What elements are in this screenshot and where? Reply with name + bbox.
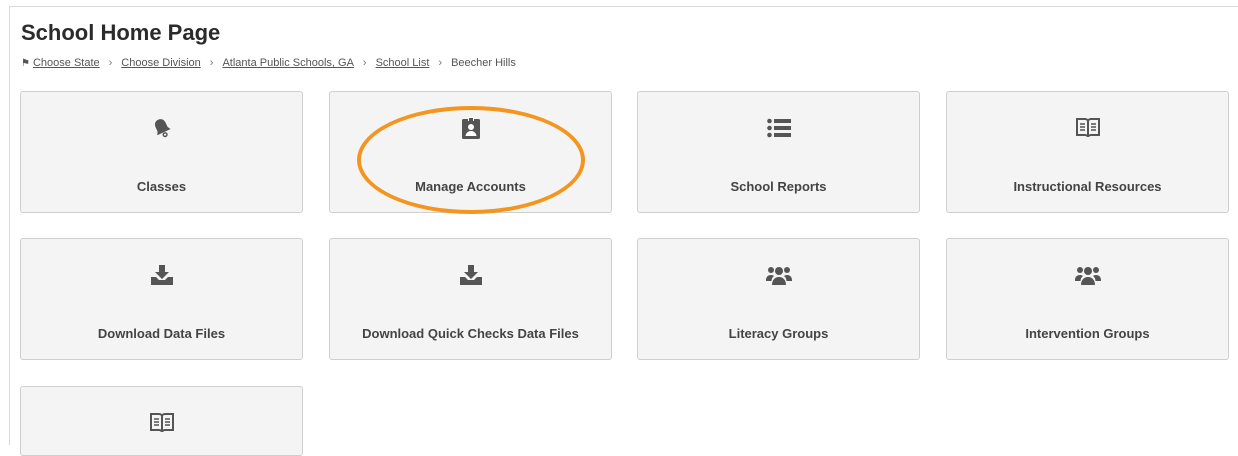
tile-label: Intervention Groups bbox=[1025, 326, 1150, 341]
tile-label: School Reports bbox=[730, 179, 827, 194]
tile-label: Classes bbox=[136, 179, 187, 194]
tile-resources-partial[interactable] bbox=[20, 386, 303, 456]
download-icon bbox=[457, 261, 485, 289]
tile-label: Manage Accounts bbox=[415, 179, 526, 194]
download-icon bbox=[148, 261, 176, 289]
breadcrumb-separator: › bbox=[362, 57, 367, 69]
tile-instructional-resources[interactable]: Instructional Resources bbox=[946, 91, 1229, 213]
id-badge-icon bbox=[457, 114, 485, 142]
tile-label: Download Data Files bbox=[97, 326, 226, 341]
tile-classes[interactable]: Classes bbox=[20, 91, 303, 213]
breadcrumb-separator: › bbox=[438, 57, 443, 69]
book-icon bbox=[1074, 114, 1102, 142]
page-frame bbox=[9, 6, 1238, 445]
breadcrumb-district[interactable]: Atlanta Public Schools, GA bbox=[222, 57, 353, 69]
page-title: School Home Page bbox=[21, 20, 221, 45]
tile-label: Instructional Resources bbox=[1013, 179, 1162, 194]
breadcrumb: ⚑ Choose State › Choose Division › Atlan… bbox=[21, 57, 516, 69]
users-icon bbox=[765, 261, 793, 289]
breadcrumb-choose-division[interactable]: Choose Division bbox=[121, 57, 200, 69]
breadcrumb-separator: › bbox=[108, 57, 113, 69]
breadcrumb-current: Beecher Hills bbox=[451, 57, 516, 69]
tile-download-quick-checks[interactable]: Download Quick Checks Data Files bbox=[329, 238, 612, 360]
tile-download-data-files[interactable]: Download Data Files bbox=[20, 238, 303, 360]
tile-label: Literacy Groups bbox=[728, 326, 829, 341]
bell-icon bbox=[148, 114, 176, 142]
home-icon: ⚑ bbox=[21, 57, 30, 69]
tile-manage-accounts[interactable]: Manage Accounts bbox=[329, 91, 612, 213]
breadcrumb-school-list[interactable]: School List bbox=[376, 57, 430, 69]
book-icon bbox=[148, 409, 176, 437]
breadcrumb-separator: › bbox=[209, 57, 214, 69]
tile-label: Download Quick Checks Data Files bbox=[362, 326, 579, 341]
users-icon bbox=[1074, 261, 1102, 289]
tile-intervention-groups[interactable]: Intervention Groups bbox=[946, 238, 1229, 360]
breadcrumb-choose-state[interactable]: Choose State bbox=[33, 57, 100, 69]
tile-literacy-groups[interactable]: Literacy Groups bbox=[637, 238, 920, 360]
tile-school-reports[interactable]: School Reports bbox=[637, 91, 920, 213]
list-icon bbox=[765, 114, 793, 142]
